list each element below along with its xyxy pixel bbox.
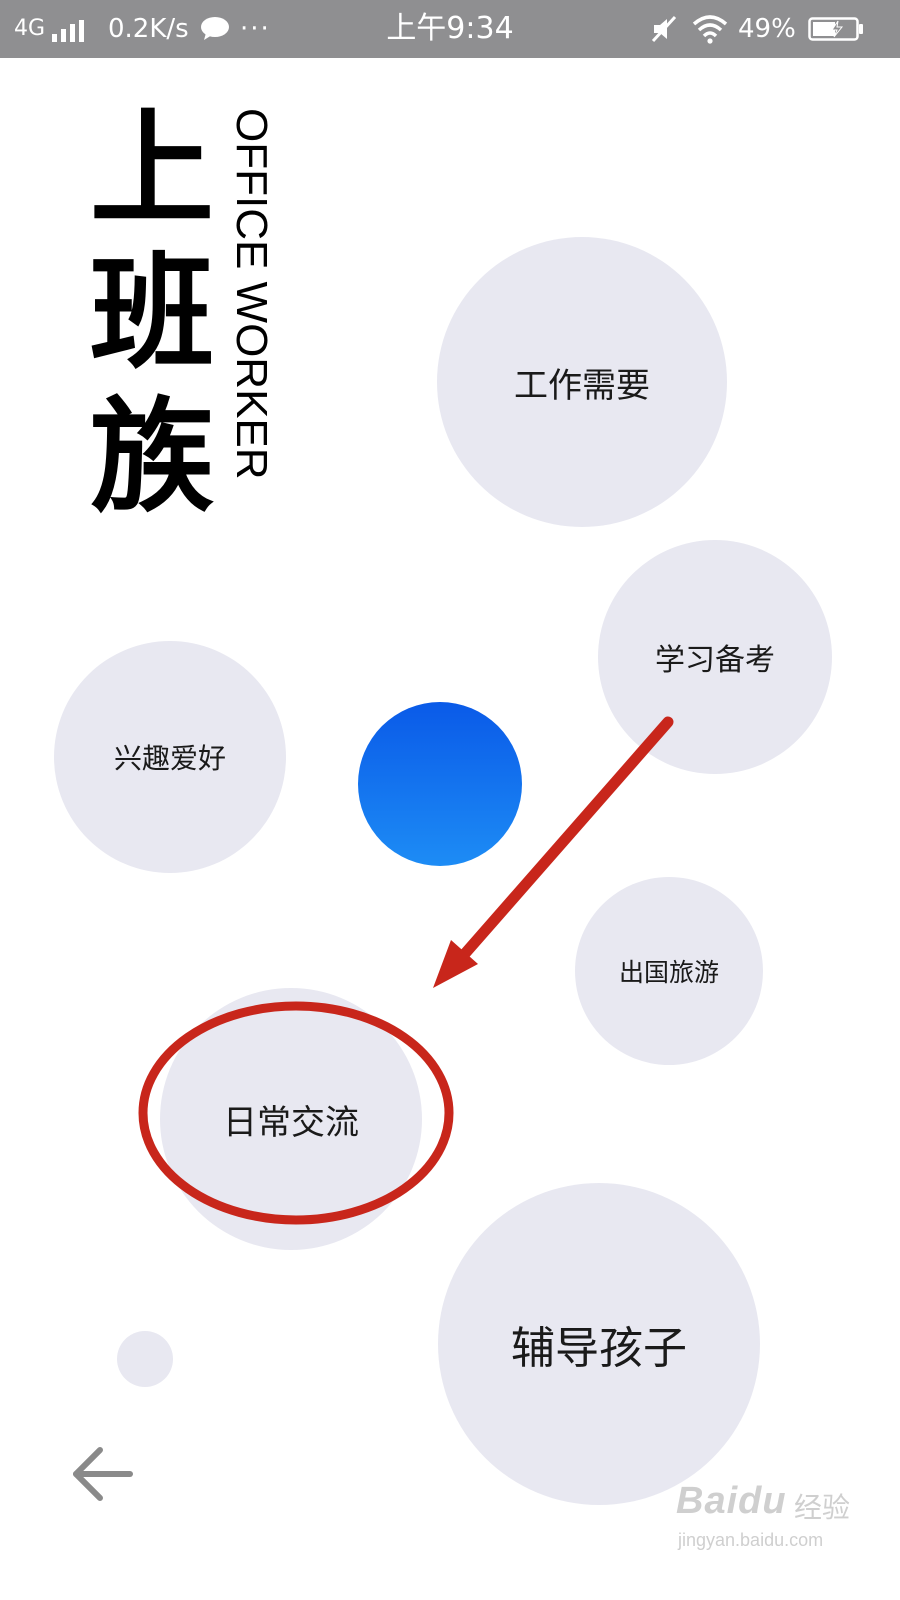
option-work-needs[interactable]: 工作需要 (437, 237, 727, 527)
page-title-chinese: 上 班 族 (82, 98, 222, 530)
option-hobbies[interactable]: 兴趣爱好 (54, 641, 286, 873)
baidu-jingyan-watermark: Baidu 经验 jingyan.baidu.com (676, 1480, 886, 1570)
option-label: 工作需要 (514, 365, 650, 406)
option-travel-abroad[interactable]: 出国旅游 (575, 877, 763, 1065)
title-english-text: OFFICE WORKER (227, 108, 276, 480)
battery-icon (808, 17, 863, 41)
back-arrow-icon[interactable] (70, 1444, 136, 1504)
annotation-arrow-head (433, 940, 478, 988)
title-char: 族 (89, 386, 214, 530)
center-dot (358, 702, 522, 866)
app-screen: 4G 0.2K/s ··· 上午9:34 49% 上 班 族 OFFICE WO… (0, 0, 900, 1600)
status-bar: 4G 0.2K/s ··· 上午9:34 49% (0, 0, 900, 58)
option-tutor-children[interactable]: 辅导孩子 (438, 1183, 760, 1505)
wifi-icon (692, 15, 728, 44)
option-exam-study[interactable]: 学习备考 (598, 540, 832, 774)
option-label: 学习备考 (655, 643, 775, 678)
battery-percent: 49% (738, 14, 796, 44)
option-label: 出国旅游 (618, 958, 719, 987)
title-char: 上 (89, 98, 214, 242)
option-label: 兴趣爱好 (113, 742, 226, 775)
title-char: 班 (89, 242, 214, 386)
option-label: 日常交流 (223, 1102, 359, 1143)
option-daily-communication[interactable]: 日常交流 (160, 988, 422, 1250)
mute-icon (651, 15, 677, 43)
decorative-small-bubble (117, 1331, 173, 1387)
page-title-english: OFFICE WORKER (227, 108, 276, 528)
watermark-logo: Baidu (676, 1480, 787, 1522)
watermark-label: 经验 (794, 1492, 851, 1523)
watermark-url: jingyan.baidu.com (678, 1530, 824, 1550)
option-label: 辅导孩子 (511, 1323, 687, 1374)
